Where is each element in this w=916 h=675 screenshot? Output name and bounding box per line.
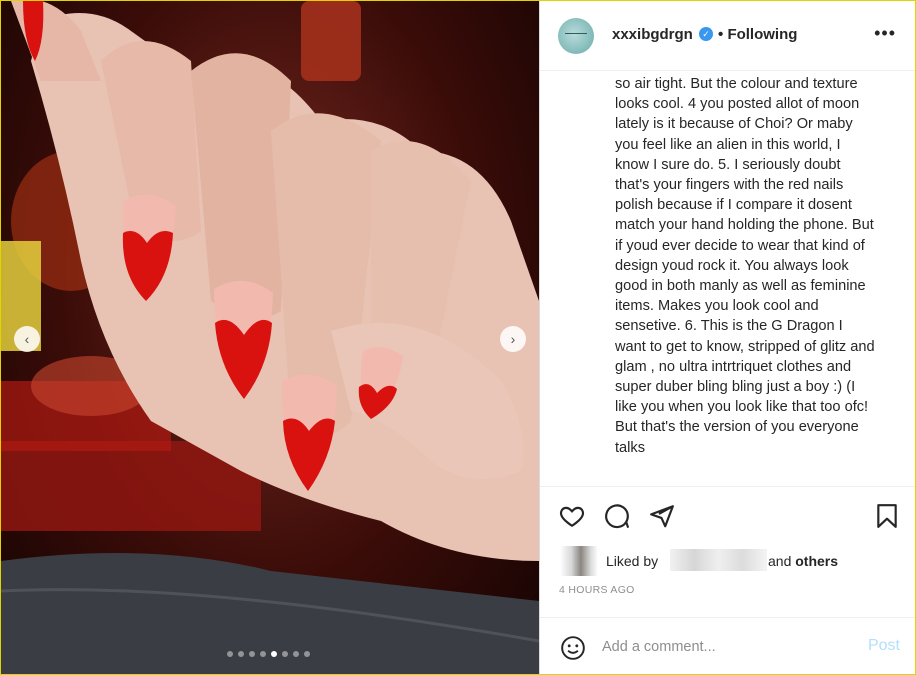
carousel-dot — [304, 651, 310, 657]
post-button[interactable]: Post — [868, 637, 900, 655]
separator: • — [718, 26, 724, 43]
carousel-dot — [260, 651, 266, 657]
verified-badge-icon: ✓ — [699, 27, 713, 41]
post-photo[interactable]: ‹ › — [1, 1, 539, 674]
carousel-dot — [249, 651, 255, 657]
comment-text: so air tight. But the colour and texture… — [615, 76, 875, 456]
carousel-next-button[interactable]: › — [500, 326, 526, 352]
following-label: Following — [727, 26, 798, 43]
emoji-icon[interactable] — [560, 635, 586, 666]
comment-icon[interactable] — [604, 503, 630, 534]
liker-avatars — [560, 546, 598, 576]
carousel-dot — [282, 651, 288, 657]
and-label: and — [768, 553, 792, 569]
liker-name-redacted — [670, 549, 767, 571]
post-timestamp[interactable]: 4 HOURS AGO — [559, 584, 635, 596]
carousel-dot — [293, 651, 299, 657]
action-bar — [540, 486, 915, 537]
and-others-label[interactable]: and others — [768, 553, 838, 569]
instagram-post-window: ‹ › xxxibgdrgn ✓ • Following ••• so air … — [0, 0, 916, 675]
bookmark-icon[interactable] — [874, 503, 900, 534]
liked-by-label: Liked by — [606, 553, 659, 569]
others-link[interactable]: others — [795, 553, 838, 569]
username-link[interactable]: xxxibgdrgn — [612, 26, 693, 43]
add-comment-bar: Post — [540, 617, 915, 674]
follow-status[interactable]: • Following — [718, 26, 797, 43]
carousel-dot — [271, 651, 277, 657]
heart-icon[interactable] — [559, 503, 585, 534]
post-side-panel: xxxibgdrgn ✓ • Following ••• so air tigh… — [539, 1, 915, 674]
more-dots-icon[interactable]: ••• — [874, 23, 896, 44]
likes-summary[interactable]: Liked by and others — [560, 546, 900, 576]
paper-plane-icon[interactable] — [649, 503, 675, 534]
carousel-prev-button[interactable]: ‹ — [14, 326, 40, 352]
carousel-dot — [227, 651, 233, 657]
carousel-indicator — [227, 651, 310, 657]
carousel-dot — [238, 651, 244, 657]
comment-input[interactable] — [602, 636, 842, 658]
post-header: xxxibgdrgn ✓ • Following ••• — [540, 1, 915, 71]
hand-with-red-heart-nails-image — [1, 1, 539, 674]
avatar[interactable] — [558, 18, 594, 54]
